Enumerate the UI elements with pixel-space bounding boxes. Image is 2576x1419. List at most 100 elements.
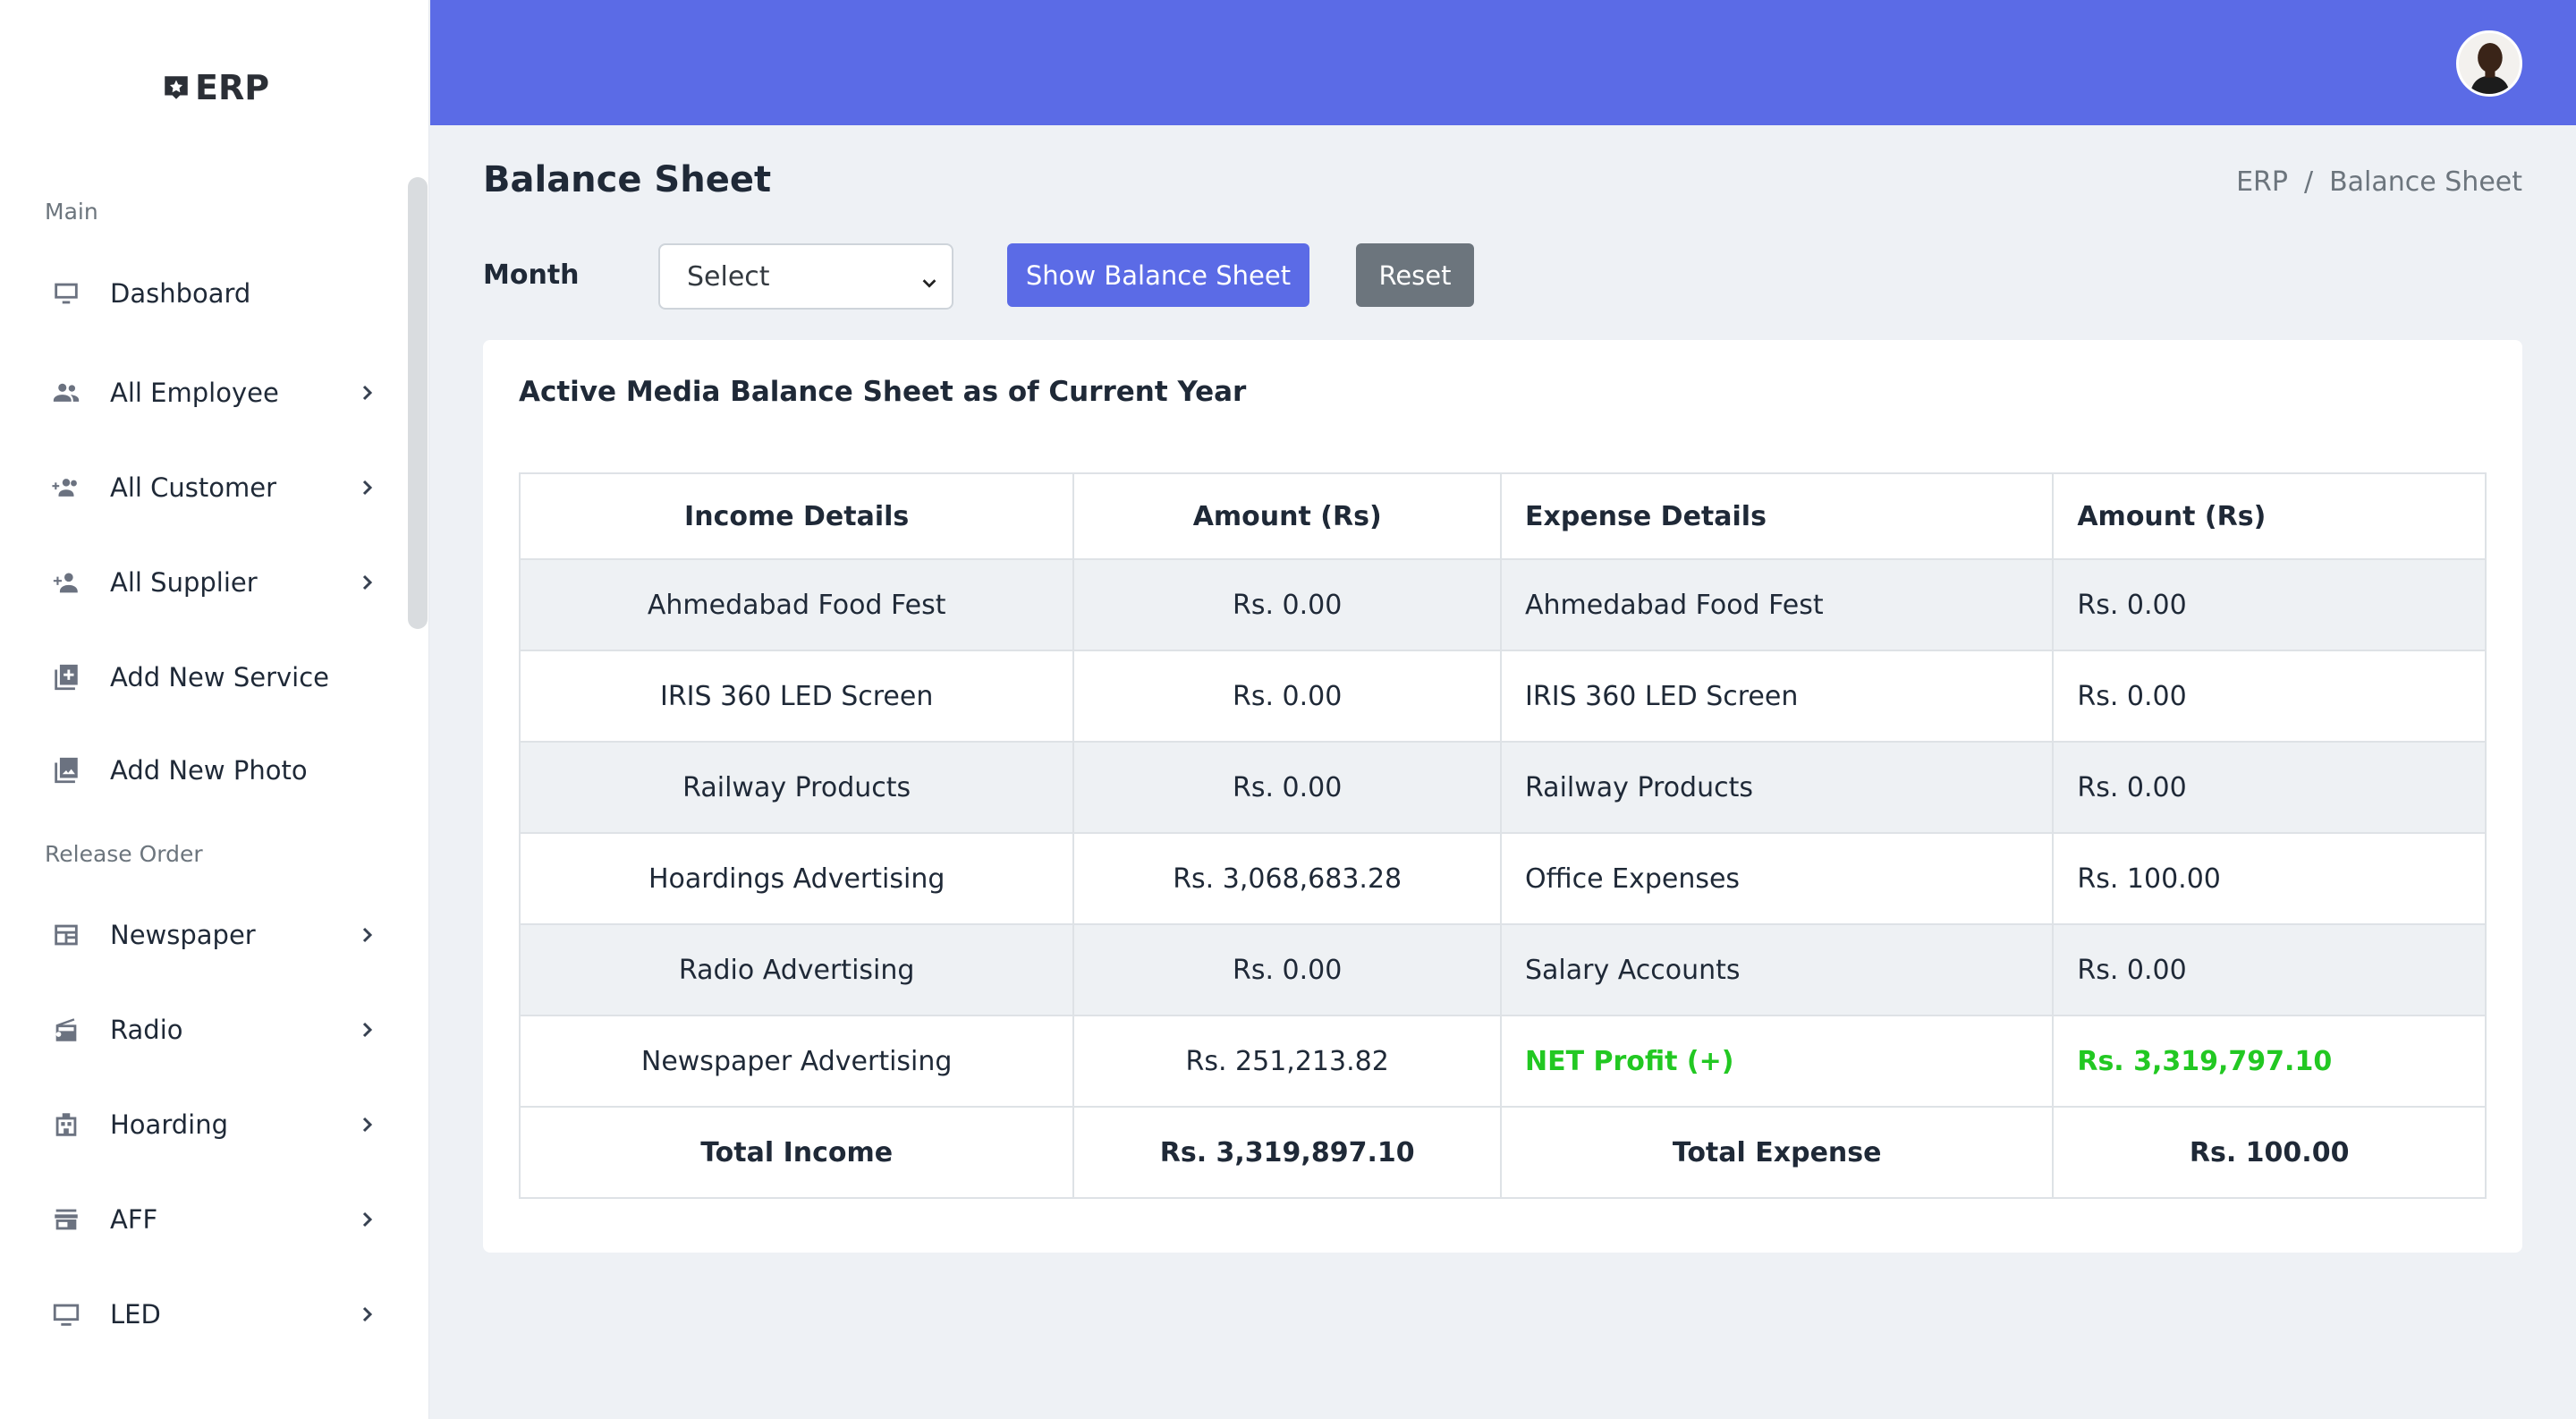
sidebar-item-newspaper[interactable]: Newspaper bbox=[0, 904, 402, 966]
chevron-down-icon bbox=[919, 268, 939, 288]
expense-amount-cell: Rs. 0.00 bbox=[2052, 558, 2487, 651]
chevron-right-icon bbox=[356, 1304, 377, 1325]
total-expense-amount: Rs. 100.00 bbox=[2052, 1106, 2487, 1199]
expense-detail-cell: Ahmedabad Food Fest bbox=[1499, 558, 2055, 651]
sidebar-scrollbar[interactable] bbox=[408, 177, 428, 629]
sidebar-item-label: All Customer bbox=[110, 472, 277, 503]
sidebar-item-led[interactable]: LED bbox=[0, 1283, 402, 1346]
income-amount-cell: Rs. 251,213.82 bbox=[1072, 1015, 1502, 1108]
total-income-label: Total Income bbox=[518, 1106, 1075, 1199]
library-add-icon bbox=[50, 661, 82, 693]
month-select[interactable]: Select bbox=[658, 243, 953, 310]
table-row: Railway Products Rs. 0.00 Railway Produc… bbox=[518, 741, 2487, 834]
income-amount-cell: Rs. 3,068,683.28 bbox=[1072, 832, 1502, 925]
table-row: Radio Advertising Rs. 0.00 Salary Accoun… bbox=[518, 923, 2487, 1016]
person-add-icon bbox=[50, 566, 82, 599]
breadcrumb-separator: / bbox=[2303, 166, 2314, 198]
sidebar-item-label: Add New Photo bbox=[110, 755, 308, 786]
month-label: Month bbox=[483, 259, 580, 291]
people-icon bbox=[50, 377, 82, 409]
income-detail-cell: Radio Advertising bbox=[518, 923, 1075, 1016]
income-detail-cell: Hoardings Advertising bbox=[518, 832, 1075, 925]
net-profit-amount: Rs. 3,319,797.10 bbox=[2052, 1015, 2487, 1108]
income-detail-cell: IRIS 360 LED Screen bbox=[518, 650, 1075, 743]
expense-amount-cell: Rs. 100.00 bbox=[2052, 832, 2487, 925]
sidebar-item-label: AFF bbox=[110, 1204, 158, 1235]
expense-amount-cell: Rs. 0.00 bbox=[2052, 923, 2487, 1016]
store-icon bbox=[50, 1203, 82, 1236]
breadcrumb-current: Balance Sheet bbox=[2329, 166, 2522, 198]
sidebar-item-add-new-service[interactable]: Add New Service bbox=[0, 646, 402, 709]
table-total-row: Total Income Rs. 3,319,897.10 Total Expe… bbox=[518, 1106, 2487, 1199]
total-income-amount: Rs. 3,319,897.10 bbox=[1072, 1106, 1502, 1199]
balance-sheet-card: Active Media Balance Sheet as of Current… bbox=[483, 340, 2522, 1253]
sidebar-item-label: LED bbox=[110, 1299, 161, 1330]
expense-detail-cell: Salary Accounts bbox=[1499, 923, 2055, 1016]
sidebar-item-label: Dashboard bbox=[110, 278, 251, 309]
net-profit-label: NET Profit (+) bbox=[1499, 1015, 2055, 1108]
expense-detail-cell: Office Expenses bbox=[1499, 832, 2055, 925]
logo-icon bbox=[165, 76, 188, 99]
expense-amount-cell: Rs. 0.00 bbox=[2052, 741, 2487, 834]
sidebar-item-add-new-photo[interactable]: Add New Photo bbox=[0, 739, 402, 802]
topbar bbox=[430, 0, 2576, 125]
table-row: Hoardings Advertising Rs. 3,068,683.28 O… bbox=[518, 832, 2487, 925]
section-label-main: Main bbox=[45, 199, 98, 225]
income-detail-cell: Railway Products bbox=[518, 741, 1075, 834]
chevron-right-icon bbox=[356, 1209, 377, 1230]
breadcrumb: ERP / Balance Sheet bbox=[2236, 166, 2522, 198]
balance-sheet-table: Income Details Amount (Rs) Expense Detai… bbox=[518, 472, 2487, 1199]
table-row: Ahmedabad Food Fest Rs. 0.00 Ahmedabad F… bbox=[518, 558, 2487, 651]
sidebar-item-label: Newspaper bbox=[110, 920, 256, 950]
chevron-right-icon bbox=[356, 477, 377, 498]
total-expense-label: Total Expense bbox=[1499, 1106, 2055, 1199]
column-header-expense-details: Expense Details bbox=[1499, 472, 2055, 560]
radio-icon bbox=[50, 1014, 82, 1046]
column-header-income-details: Income Details bbox=[518, 472, 1075, 560]
photo-library-icon bbox=[50, 754, 82, 786]
income-amount-cell: Rs. 0.00 bbox=[1072, 923, 1502, 1016]
sidebar-item-all-customer[interactable]: All Customer bbox=[0, 456, 402, 519]
income-amount-cell: Rs. 0.00 bbox=[1072, 558, 1502, 651]
expense-amount-cell: Rs. 0.00 bbox=[2052, 650, 2487, 743]
breadcrumb-link-erp[interactable]: ERP bbox=[2236, 166, 2288, 198]
user-avatar[interactable] bbox=[2456, 30, 2522, 97]
building-icon bbox=[50, 1109, 82, 1141]
chevron-right-icon bbox=[356, 1019, 377, 1041]
reset-button[interactable]: Reset bbox=[1356, 243, 1474, 307]
sidebar-item-label: All Employee bbox=[110, 378, 279, 408]
chevron-right-icon bbox=[356, 924, 377, 946]
sidebar-item-radio[interactable]: Radio bbox=[0, 998, 402, 1061]
card-title: Active Media Balance Sheet as of Current… bbox=[519, 376, 1247, 408]
group-add-icon bbox=[50, 472, 82, 504]
sidebar-item-all-supplier[interactable]: All Supplier bbox=[0, 551, 402, 614]
desktop-icon bbox=[50, 1298, 82, 1330]
income-detail-cell: Newspaper Advertising bbox=[518, 1015, 1075, 1108]
sidebar: ERP Main Dashboard All Employee All Cust… bbox=[0, 0, 429, 1419]
brand-name: ERP bbox=[195, 68, 270, 107]
chevron-right-icon bbox=[356, 572, 377, 593]
column-header-income-amount: Amount (Rs) bbox=[1072, 472, 1502, 560]
sidebar-item-all-employee[interactable]: All Employee bbox=[0, 361, 402, 424]
expense-detail-cell: Railway Products bbox=[1499, 741, 2055, 834]
avatar-image bbox=[2459, 33, 2520, 94]
sidebar-item-label: Radio bbox=[110, 1015, 183, 1045]
sidebar-item-label: Hoarding bbox=[110, 1109, 228, 1140]
section-label-release-order: Release Order bbox=[45, 841, 203, 867]
table-row: Newspaper Advertising Rs. 251,213.82 NET… bbox=[518, 1015, 2487, 1108]
brand-logo[interactable]: ERP bbox=[161, 68, 269, 107]
sidebar-item-aff[interactable]: AFF bbox=[0, 1188, 402, 1251]
month-select-value: Select bbox=[687, 260, 770, 293]
chevron-right-icon bbox=[356, 382, 377, 404]
income-amount-cell: Rs. 0.00 bbox=[1072, 650, 1502, 743]
sidebar-item-hoarding[interactable]: Hoarding bbox=[0, 1093, 402, 1156]
sidebar-item-dashboard[interactable]: Dashboard bbox=[0, 262, 402, 325]
show-balance-sheet-button[interactable]: Show Balance Sheet bbox=[1007, 243, 1309, 307]
monitor-icon bbox=[50, 277, 82, 310]
income-detail-cell: Ahmedabad Food Fest bbox=[518, 558, 1075, 651]
sidebar-item-label: Add New Service bbox=[110, 662, 330, 693]
sidebar-item-label: All Supplier bbox=[110, 567, 258, 598]
table-row: IRIS 360 LED Screen Rs. 0.00 IRIS 360 LE… bbox=[518, 650, 2487, 743]
expense-detail-cell: IRIS 360 LED Screen bbox=[1499, 650, 2055, 743]
income-amount-cell: Rs. 0.00 bbox=[1072, 741, 1502, 834]
